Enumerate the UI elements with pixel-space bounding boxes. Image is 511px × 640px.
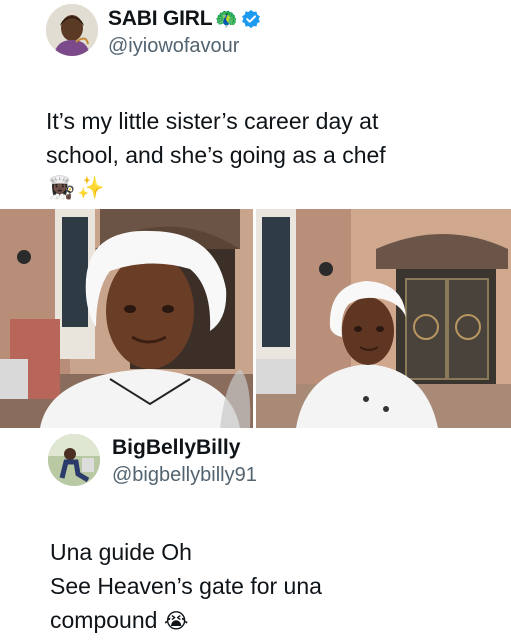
peacock-emoji: 🦚 (215, 9, 238, 29)
sparkles-emoji: ✨ (77, 175, 105, 200)
reply-avatar[interactable] (48, 434, 100, 486)
reply-text-line: See Heaven’s gate for una (50, 573, 322, 599)
girl-in-chef-uniform-at-gate-photo (256, 209, 511, 428)
post-header: SABI GIRL 🦚 @iyiowofavour (46, 4, 506, 60)
post-emojis: 👩🏿‍🍳 ✨ (48, 177, 105, 199)
verified-badge-icon (241, 9, 260, 29)
reply-author-name[interactable]: BigBellyBilly (112, 436, 240, 460)
girl-in-chef-hat-selfie-photo (0, 209, 253, 428)
crying-emoji: 😭 (163, 610, 189, 633)
avatar[interactable] (46, 4, 98, 56)
media-photo-left[interactable] (0, 209, 253, 428)
media-photo-right[interactable] (256, 209, 511, 428)
chef-emoji: 👩🏿‍🍳 (48, 175, 76, 200)
reply-author-handle[interactable]: @bigbellybilly91 (112, 464, 257, 487)
reply-text-line: Una guide Oh (50, 539, 192, 565)
post-text-line: school, and she’s going as a chef (46, 142, 386, 168)
reply-profile-photo (48, 434, 100, 486)
post-text-line: It’s my little sister’s career day at (46, 108, 379, 134)
author-name[interactable]: SABI GIRL (108, 7, 213, 31)
post-media (0, 209, 511, 428)
reply-header: BigBellyBilly @bigbellybilly91 (48, 432, 508, 492)
reply-text-line: compound (50, 607, 158, 633)
profile-photo (46, 4, 98, 56)
reply-text-line-last: compound 😭 (50, 603, 490, 639)
reply-text: Una guide Oh See Heaven’s gate for una c… (50, 535, 490, 639)
author-name-line: SABI GIRL 🦚 (108, 7, 261, 31)
post-text: It’s my little sister’s career day at sc… (46, 104, 486, 172)
author-handle[interactable]: @iyiowofavour (108, 35, 239, 58)
